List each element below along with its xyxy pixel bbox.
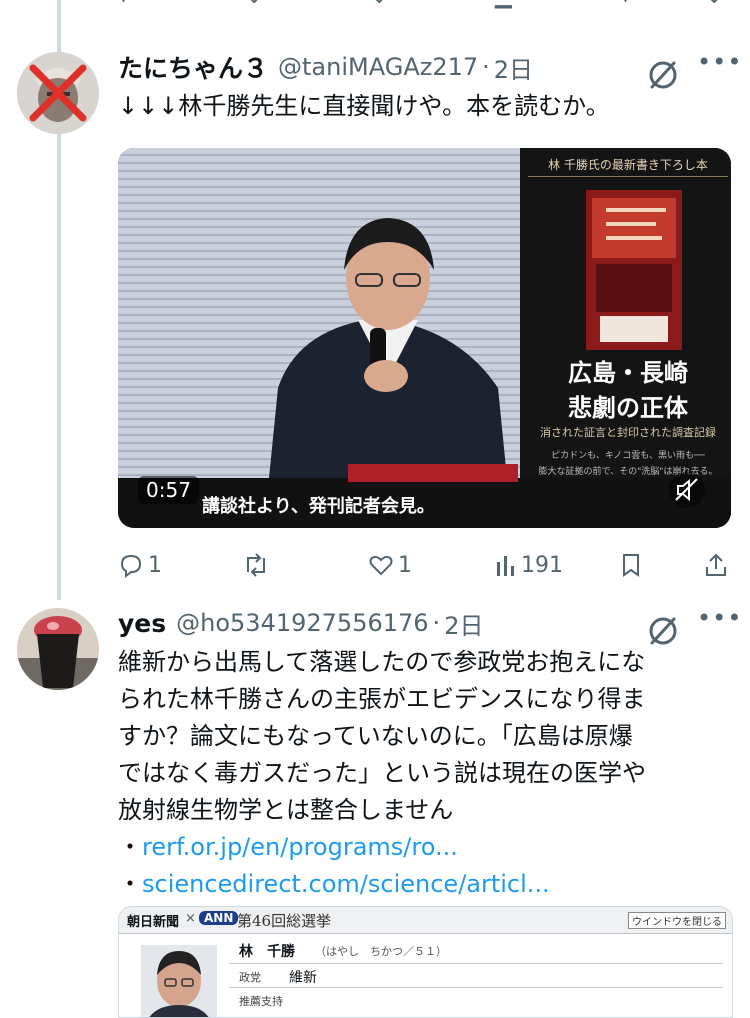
embed-row1-value: 維新	[289, 970, 317, 986]
book-cover-image	[586, 190, 682, 350]
tweet-text-line: ではなく毒ガスだった」という説は現在の医学や	[118, 759, 646, 787]
retweet-icon[interactable]: ⌄	[245, 0, 263, 9]
tweet-header: yes @ho5341927556176 · 2日	[118, 605, 483, 641]
link-rerf[interactable]: rerf.or.jp/en/programs/ro...	[142, 833, 458, 861]
bullet: ・	[118, 870, 142, 898]
embed-network: ANN	[199, 911, 239, 925]
more-icon[interactable]: •••	[697, 48, 742, 76]
share-button[interactable]	[704, 552, 728, 578]
bookmark-icon[interactable]: ▾	[620, 0, 631, 9]
bookmark-icon	[623, 554, 639, 577]
heart-icon	[369, 555, 393, 576]
reply-button[interactable]: 1	[118, 552, 162, 578]
bookmark-button[interactable]	[620, 552, 642, 578]
link-sciencedirect[interactable]: sciencedirect.com/science/articl...	[142, 870, 550, 898]
tweet-header: たにちゃん３ @taniMAGAz217 · 2日	[118, 49, 533, 85]
candidate-photo	[141, 945, 217, 1017]
display-name[interactable]: たにちゃん３	[118, 49, 268, 85]
user-handle[interactable]: @taniMAGAz217	[278, 53, 478, 81]
video-duration: 0:57	[138, 476, 199, 504]
grok-icon[interactable]	[646, 614, 680, 648]
book-title-1: 広島・長崎	[568, 358, 688, 387]
video-player[interactable]: 林 千勝氏の最新書き下ろし本 広島・長崎 悲劇の正体 消された証言と封印された調…	[118, 148, 731, 528]
link-line: ・rerf.or.jp/en/programs/ro...	[118, 829, 646, 866]
embed-person-name: 林 千勝	[239, 944, 295, 960]
like-icon[interactable]: ⌄	[370, 0, 388, 9]
link-line: ・sciencedirect.com/science/articl...	[118, 866, 646, 903]
tweet-text-line: すか？論文にもなっていないのに。「広島は原爆	[118, 722, 633, 750]
book-title-2: 悲劇の正体	[568, 393, 688, 422]
divider	[229, 963, 723, 964]
embed-brand: 朝日新聞	[127, 915, 180, 930]
book-header: 林 千勝氏の最新書き下ろし本	[548, 158, 708, 172]
reply-icon[interactable]: ▾	[118, 0, 129, 9]
tweet-text: 維新から出馬して落選したので参政党お抱えにな られた林千勝さんの主張がエビデンス…	[118, 644, 646, 903]
like-count: 1	[398, 552, 412, 578]
book-blurb-1: ピカドンも、キノコ雲も、黒い雨も──	[551, 451, 705, 461]
separator-dot: ·	[432, 609, 441, 637]
views-icon	[497, 556, 514, 576]
tweet-text: ↓↓↓林千勝先生に直接聞けや。本を読むか。	[118, 88, 610, 125]
embed-row1-label: 政党	[239, 971, 261, 984]
laptop	[348, 464, 518, 482]
embedded-image[interactable]: 朝日新聞 × ANN 第46回総選挙 ウインドウを閉じる 林 千勝 （はやし ち…	[118, 906, 733, 1018]
share-icon	[706, 553, 726, 576]
more-icon[interactable]: •••	[697, 604, 742, 632]
divider	[528, 176, 728, 177]
book-subtitle: 消された証言と封印された調査記録	[540, 426, 716, 439]
speaker-figure	[268, 218, 508, 488]
timestamp[interactable]: 2日	[444, 606, 483, 641]
divider	[229, 987, 723, 988]
embed-person-reading: （はやし ちかつ／５１）	[315, 945, 447, 958]
avatar[interactable]	[17, 608, 99, 690]
views-count: 191	[521, 552, 563, 578]
views-button[interactable]: 191	[495, 552, 563, 578]
avatar[interactable]	[17, 52, 99, 134]
previous-tweet-actions: ▾ ⌄ ⌄ ▁ ▾ ⌄	[0, 0, 750, 14]
display-name[interactable]: yes	[118, 609, 166, 638]
separator-dot: ·	[482, 53, 490, 81]
reply-count: 1	[148, 552, 162, 578]
reply-icon	[120, 554, 142, 578]
embed-window-button: ウインドウを閉じる	[628, 912, 726, 929]
bullet: ・	[118, 833, 142, 861]
video-caption: 講談社より、発刊記者会見。	[202, 496, 435, 517]
views-icon[interactable]: ▁	[495, 0, 512, 9]
tweet-actions: 1 1 191	[118, 552, 733, 584]
embed-row2-label: 推薦支持	[239, 995, 283, 1008]
user-handle[interactable]: @ho5341927556176	[176, 609, 428, 637]
embed-times: ×	[185, 911, 196, 926]
tweet-text-line: 放射線生物学とは整合しません	[118, 796, 454, 824]
mute-icon[interactable]	[666, 470, 708, 510]
retweet-button[interactable]	[242, 552, 274, 578]
like-button[interactable]: 1	[368, 552, 412, 578]
timestamp[interactable]: 2日	[494, 50, 533, 85]
tweet-text-line: 維新から出馬して落選したので参政党お抱えにな	[118, 648, 646, 676]
grok-icon[interactable]	[646, 58, 680, 92]
embed-election: 第46回総選挙	[237, 912, 332, 930]
share-icon[interactable]: ⌄	[705, 0, 723, 9]
tweet-text-line: ↓↓↓林千勝先生に直接聞けや。本を読むか。	[118, 92, 610, 120]
retweet-icon	[247, 553, 265, 577]
tweet-text-line: られた林千勝さんの主張がエビデンスになり得ま	[118, 685, 646, 713]
